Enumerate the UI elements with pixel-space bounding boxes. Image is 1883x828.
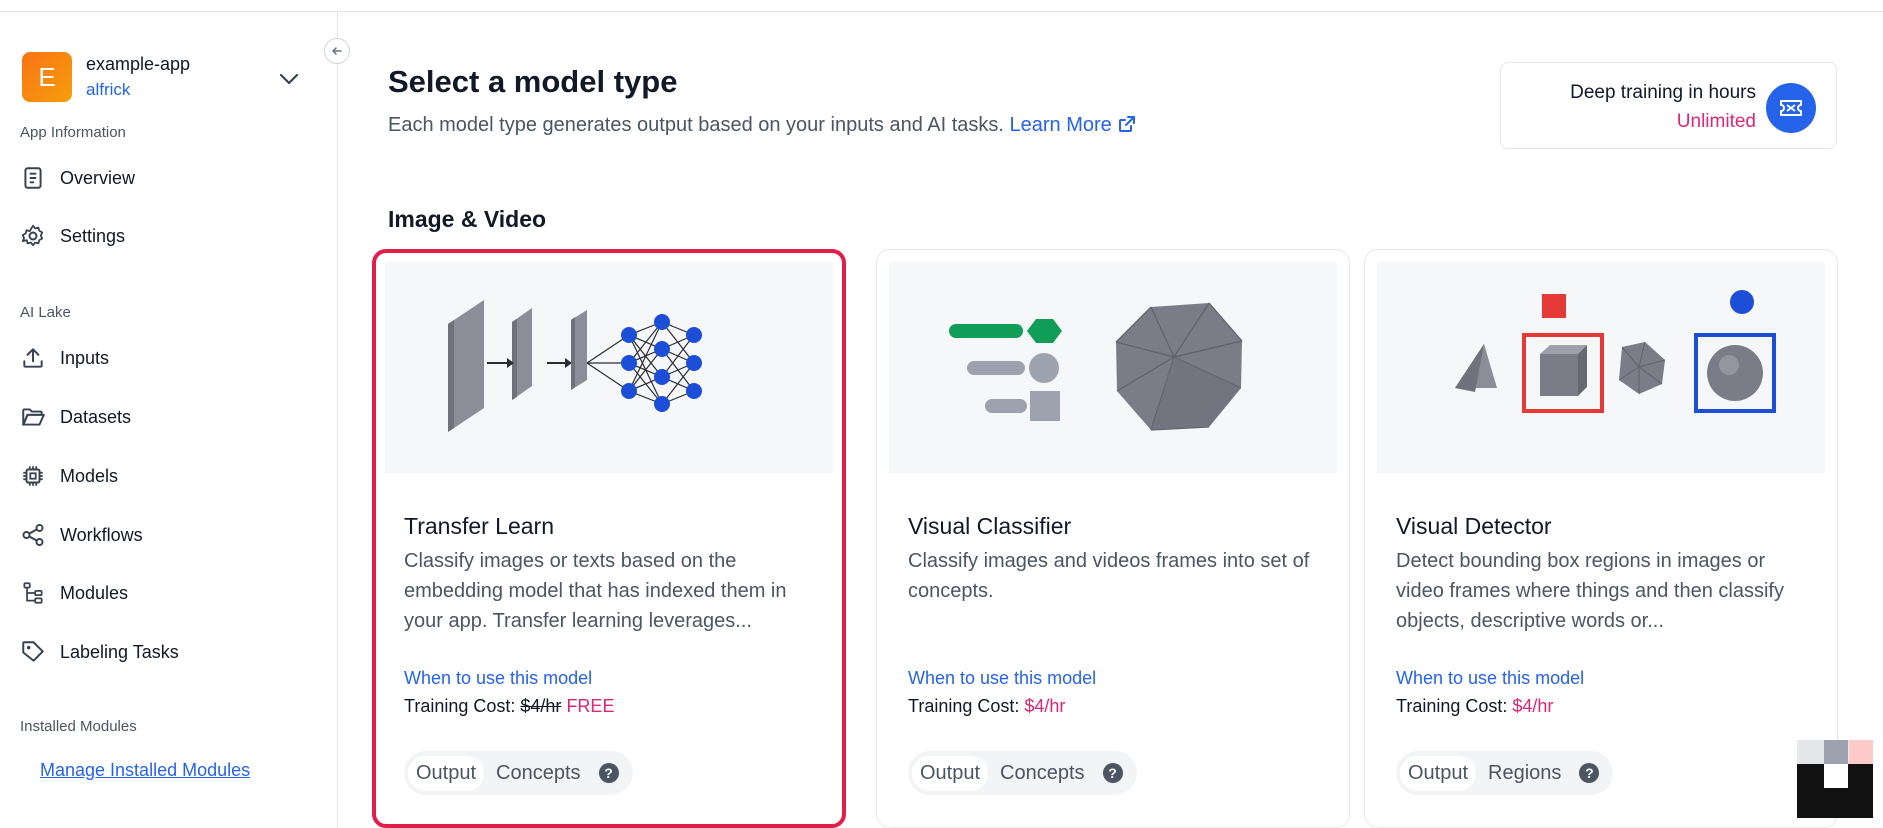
sidebar-item-label: Modules [60,582,129,603]
app-user-link[interactable]: alfrick [86,80,130,100]
upload-icon [23,348,43,368]
cost-badge: FREE [566,696,615,716]
arrow-left-icon [332,47,342,55]
app-name[interactable]: example-app [86,54,190,75]
app-avatar[interactable]: E [22,52,72,102]
share-icon [22,523,44,547]
section-title: Image & Video [388,206,547,232]
ticket-icon [1766,83,1816,133]
learn-more-link[interactable]: Learn More [1010,114,1138,136]
manage-installed-modules-link[interactable]: Manage Installed Modules [40,760,250,781]
tag-icon [22,641,44,662]
learn-more-label: Learn More [1009,114,1112,136]
chevron-down-icon[interactable] [278,72,300,86]
document-icon [24,167,42,189]
sidebar-item-modules[interactable]: Modules [20,573,320,613]
sidebar-item-workflows[interactable]: Workflows [20,515,320,555]
transfer-learn-illustration [385,262,833,473]
sidebar-item-label: Overview [60,167,136,188]
folder-icon [22,408,45,426]
collapse-sidebar-button[interactable] [324,38,350,64]
cost-price: $4/hr [520,696,562,716]
sidebar-item-models[interactable]: Models [20,456,320,496]
model-card-visual-detector[interactable]: Visual Detector Detect bounding box regi… [1364,249,1838,828]
info-title: Deep training in hours [1570,82,1756,103]
tree-icon [23,582,43,604]
info-value: Unlimited [1676,111,1756,132]
when-to-use-link[interactable]: When to use this model [908,668,1096,689]
when-to-use-link[interactable]: When to use this model [1396,668,1584,689]
deep-training-info-box: Deep training in hours Unlimited [1500,62,1837,149]
card-title: Visual Detector [1396,513,1552,539]
tag-concepts[interactable]: Concepts [992,756,1093,791]
visual-detector-illustration [1377,262,1825,473]
card-tags: Output Concepts ? [908,751,1137,795]
tag-concepts[interactable]: Concepts [488,756,589,791]
training-cost: Training Cost: $4/hr FREE [404,696,614,717]
top-border [0,0,1883,12]
gear-icon [21,224,44,247]
sidebar-item-label: Inputs [60,347,110,368]
model-card-visual-classifier[interactable]: Visual Classifier Classify images and vi… [876,249,1350,828]
sidebar-item-label: Datasets [60,406,132,427]
card-description: Detect bounding box regions in images or… [1396,550,1784,632]
sidebar-item-labeling-tasks[interactable]: Labeling Tasks [20,632,320,672]
sidebar-item-label: Settings [60,225,126,246]
cost-price: $4/hr [1512,696,1554,716]
cost-label: Training Cost: [1396,696,1508,716]
sidebar-item-inputs[interactable]: Inputs [20,338,320,378]
help-icon[interactable]: ? [1579,763,1600,783]
visual-classifier-illustration [889,262,1337,473]
help-icon[interactable]: ? [1102,763,1123,783]
model-card-transfer-learn[interactable]: Transfer Learn Classify images or texts … [372,249,846,828]
tag-regions[interactable]: Regions [1480,756,1569,791]
external-link-icon [1119,116,1136,132]
sidebar-item-settings[interactable]: Settings [20,216,320,256]
subtitle-text: Each model type generates output based o… [388,114,1004,136]
card-tags: Output Regions ? [1396,751,1614,795]
card-tags: Output Concepts ? [404,751,633,795]
section-installed-modules: Installed Modules [20,718,137,735]
section-app-information: App Information [20,124,126,141]
card-title: Visual Classifier [908,513,1072,539]
sidebar-item-datasets[interactable]: Datasets [20,397,320,437]
sidebar-item-label: Workflows [60,524,143,545]
card-title: Transfer Learn [404,513,554,539]
floating-widget-button[interactable] [1797,740,1873,818]
cost-label: Training Cost: [908,696,1020,716]
section-ai-lake: AI Lake [20,304,71,321]
card-description: Classify images or texts based on the em… [404,550,787,632]
page-subtitle: Each model type generates output based o… [388,114,1137,137]
sidebar-item-label: Models [60,465,119,486]
sidebar-item-label: Labeling Tasks [60,641,179,662]
training-cost: Training Cost: $4/hr [908,696,1065,717]
training-cost: Training Cost: $4/hr [1396,696,1553,717]
sidebar: E example-app alfrick App Information Ov… [0,12,338,828]
help-icon[interactable]: ? [598,763,619,783]
cost-label: Training Cost: [404,696,516,716]
when-to-use-link[interactable]: When to use this model [404,668,592,689]
chip-icon [23,466,43,486]
cost-price: $4/hr [1024,696,1066,716]
tag-output[interactable]: Output [408,755,485,791]
tag-output[interactable]: Output [1400,755,1477,791]
tag-output[interactable]: Output [912,755,989,791]
sidebar-item-overview[interactable]: Overview [20,158,320,198]
page-title: Select a model type [388,64,678,99]
card-description: Classify images and videos frames into s… [908,550,1310,602]
